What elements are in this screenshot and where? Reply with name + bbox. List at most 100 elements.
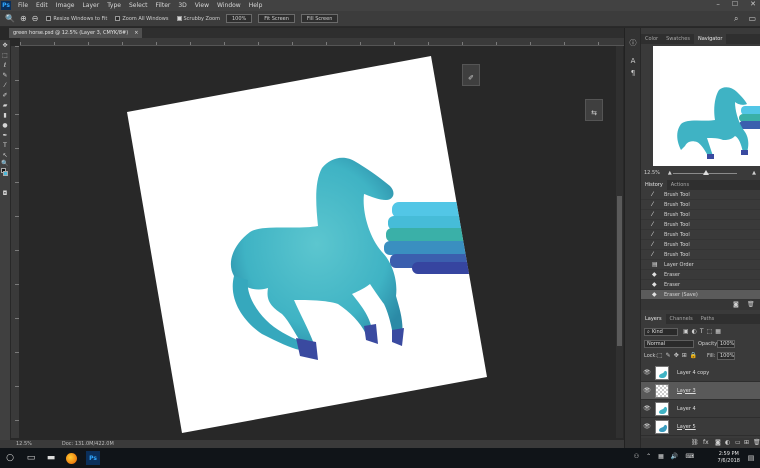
zoom-out-icon[interactable]: ⊖	[32, 14, 39, 23]
fx-icon[interactable]: fx	[703, 439, 709, 446]
marquee-tool-icon[interactable]: ⬚	[0, 50, 10, 60]
people-icon[interactable]: ⚇	[634, 453, 639, 460]
visibility-eye-icon[interactable]: 👁	[641, 387, 653, 394]
eraser-tool-icon[interactable]: ▰	[0, 100, 10, 110]
workspace-icon[interactable]: ▭	[748, 14, 756, 24]
zoom-in-icon[interactable]: ⊕	[20, 14, 27, 23]
visibility-eye-icon[interactable]: 👁	[641, 369, 653, 376]
gradient-tool-icon[interactable]: ▮	[0, 110, 10, 120]
vertical-ruler[interactable]	[11, 46, 19, 438]
opacity-input[interactable]: 100%	[717, 340, 735, 348]
type-tool-icon[interactable]: T	[0, 140, 10, 150]
zoom-in-large-icon[interactable]: ▲	[752, 170, 756, 176]
info-icon[interactable]: ⓘ	[628, 38, 638, 48]
history-item[interactable]: ⁄ Brush Tool	[641, 220, 760, 230]
tab-navigator[interactable]: Navigator	[693, 34, 727, 44]
maximize-icon[interactable]: ☐	[732, 0, 738, 8]
quick-select-tool-icon[interactable]: ✎	[0, 70, 10, 80]
pen-tool-icon[interactable]: ✒	[0, 130, 10, 140]
lasso-tool-icon[interactable]: ℓ	[0, 60, 10, 70]
history-item[interactable]: ▤ Layer Order	[641, 260, 760, 270]
menu-layer[interactable]: Layer	[78, 2, 103, 9]
tab-history[interactable]: History	[641, 180, 667, 190]
history-item[interactable]: ◆ Eraser	[641, 280, 760, 290]
brush-tool-icon[interactable]: ✐	[0, 90, 10, 100]
task-view-icon[interactable]: ▭	[24, 451, 38, 465]
taskbar-clock[interactable]: 2:59 PM 7/6/2018	[718, 451, 740, 465]
layer-row-selected[interactable]: 👁 Layer 3	[641, 382, 760, 400]
layer-name[interactable]: Layer 4	[677, 406, 696, 412]
menu-3d[interactable]: 3D	[174, 2, 190, 9]
zoom-100-button[interactable]: 100%	[225, 14, 253, 23]
resize-windows-checkbox[interactable]: Resize Windows to Fit	[46, 16, 107, 22]
history-item[interactable]: ◆ Eraser	[641, 270, 760, 280]
zoom-out-small-icon[interactable]: ▲	[668, 170, 672, 176]
fill-screen-button[interactable]: Fill Screen	[300, 14, 339, 23]
navigator-preview[interactable]	[653, 46, 760, 166]
start-circle-icon[interactable]: ○	[3, 451, 17, 465]
filter-kind-select[interactable]: ⌕ Kind	[644, 328, 678, 336]
delete-state-icon[interactable]: 🗑	[747, 301, 755, 308]
notifications-icon[interactable]: ▤	[744, 451, 758, 465]
vertical-scrollbar[interactable]	[616, 46, 623, 438]
add-mask-icon[interactable]: ◙	[715, 439, 721, 446]
menu-edit[interactable]: Edit	[32, 2, 52, 9]
menu-help[interactable]: Help	[245, 2, 267, 9]
layer-name[interactable]: Layer 5	[677, 424, 696, 430]
blend-mode-select[interactable]: Normal	[644, 340, 694, 348]
navigator-zoom-value[interactable]: 12.5%	[644, 170, 660, 176]
new-group-icon[interactable]: ▭	[735, 439, 741, 446]
search-icon[interactable]: ⌕	[734, 14, 738, 24]
menu-window[interactable]: Window	[213, 2, 245, 9]
quick-mask-icon[interactable]: ◘	[0, 188, 10, 198]
floating-tool-widget[interactable]: ✐	[462, 64, 480, 86]
menu-select[interactable]: Select	[125, 2, 152, 9]
tab-channels[interactable]: Channels	[666, 314, 697, 324]
background-color-swatch[interactable]	[3, 171, 8, 176]
move-tool-icon[interactable]: ✥	[0, 40, 10, 50]
link-layers-icon[interactable]: ⛓	[691, 439, 699, 446]
zoom-tool-icon[interactable]: 🔍	[5, 14, 15, 23]
eyedropper-tool-icon[interactable]: ⁄	[0, 80, 10, 90]
new-snapshot-icon[interactable]: ◙	[733, 301, 739, 308]
floating-properties-widget[interactable]: ⇆	[585, 99, 603, 121]
zoom-all-windows-checkbox[interactable]: Zoom All Windows	[115, 16, 169, 22]
adjustment-layer-icon[interactable]: ◐	[725, 439, 730, 446]
tab-color[interactable]: Color	[641, 34, 662, 44]
navigator-slider-knob[interactable]	[703, 170, 709, 175]
layer-name[interactable]: Layer 3	[677, 388, 696, 394]
scrollbar-thumb[interactable]	[617, 196, 622, 346]
layer-name[interactable]: Layer 4 copy	[677, 370, 709, 376]
firefox-icon[interactable]	[64, 451, 78, 465]
layer-row[interactable]: 👁 Layer 5	[641, 418, 760, 436]
horizontal-ruler[interactable]	[20, 38, 624, 46]
history-item[interactable]: ⁄ Brush Tool	[641, 250, 760, 260]
history-item[interactable]: ⁄ Brush Tool	[641, 240, 760, 250]
lock-icons[interactable]: ⬚✎✥⊞🔒	[657, 352, 700, 359]
photoshop-taskbar-icon[interactable]: Ps	[86, 451, 100, 465]
history-item[interactable]: ⁄ Brush Tool	[641, 210, 760, 220]
history-item-selected[interactable]: ◆ Eraser (Save)	[641, 290, 760, 300]
menu-file[interactable]: File	[14, 2, 32, 9]
menu-filter[interactable]: Filter	[152, 2, 175, 9]
zoom-tool-sidebar-icon[interactable]: 🔍	[0, 158, 10, 168]
file-explorer-icon[interactable]: ▬	[44, 451, 58, 465]
history-item[interactable]: ⁄ Brush Tool	[641, 230, 760, 240]
status-zoom[interactable]: 12.5%	[16, 441, 32, 447]
history-item[interactable]: ⁄ Brush Tool	[641, 190, 760, 200]
tab-actions[interactable]: Actions	[667, 180, 693, 190]
tray-arrow-icon[interactable]: ⌃	[646, 453, 651, 460]
volume-icon[interactable]: 🔊	[671, 453, 678, 460]
layer-row[interactable]: 👁 Layer 4	[641, 400, 760, 418]
minimize-icon[interactable]: –	[716, 0, 720, 8]
paragraph-icon[interactable]: ¶	[628, 68, 638, 78]
canvas-area[interactable]	[20, 46, 624, 438]
document-tab[interactable]: green horse.psd @ 12.5% (Layer 3, CMYK/8…	[9, 28, 143, 38]
layer-row[interactable]: 👁 Layer 4 copy	[641, 364, 760, 382]
layer-filter-icons[interactable]: ▣◐T⬚▦	[683, 328, 724, 335]
character-icon[interactable]: A	[628, 56, 638, 66]
close-tab-icon[interactable]: ×	[134, 30, 138, 36]
tab-layers[interactable]: Layers	[641, 314, 666, 324]
tab-paths[interactable]: Paths	[697, 314, 719, 324]
menu-type[interactable]: Type	[103, 2, 125, 9]
